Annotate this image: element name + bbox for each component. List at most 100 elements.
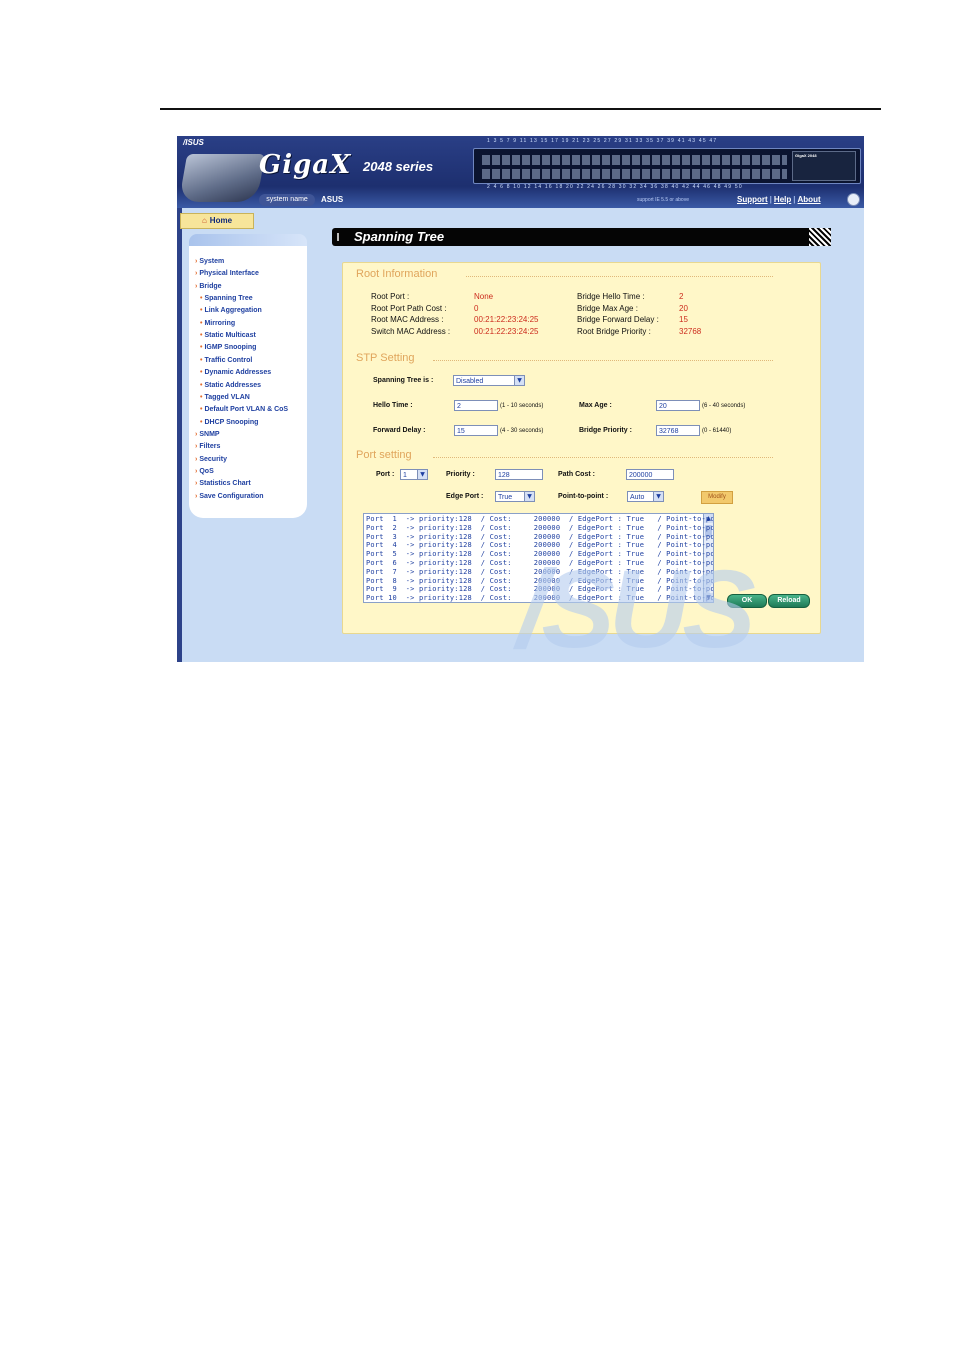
page-title-bar: Spanning Tree: [332, 228, 831, 246]
sidebar-item-label: Spanning Tree: [204, 295, 253, 303]
about-link[interactable]: About: [798, 195, 821, 204]
point-to-point-select[interactable]: Auto ▼: [627, 491, 664, 502]
sidebar-item-label: Bridge: [199, 282, 222, 290]
spanning-tree-label: Spanning Tree is :: [373, 377, 434, 384]
bridge-priority-input[interactable]: 32768: [656, 425, 700, 436]
sidebar-item[interactable]: › System: [195, 258, 224, 265]
bullet-icon: •: [200, 381, 203, 389]
edge-port-label: Edge Port :: [446, 493, 484, 500]
sidebar-item-label: Filters: [199, 443, 221, 451]
sidebar-item[interactable]: • Dynamic Addresses: [200, 369, 271, 376]
switch-mac-value: 00:21:22:23:24:25: [474, 327, 539, 336]
sidebar-item[interactable]: › QoS: [195, 468, 214, 475]
hello-time-input[interactable]: 2: [454, 400, 498, 411]
bridge-priority-label: Bridge Priority :: [579, 427, 632, 434]
support-link[interactable]: Support: [737, 195, 768, 204]
sidebar-item[interactable]: • Tagged VLAN: [200, 394, 250, 401]
bullet-icon: •: [200, 356, 203, 364]
home-tab[interactable]: ⌂ Home: [180, 213, 254, 229]
priority-input[interactable]: 128: [495, 469, 543, 480]
sidebar-item[interactable]: › Security: [195, 456, 227, 463]
nav-header: [189, 234, 307, 246]
forward-delay-hint: (4 - 30 seconds): [500, 428, 544, 434]
root-path-cost-label: Root Port Path Cost :: [371, 304, 447, 313]
section-divider: [433, 360, 773, 361]
root-bridge-priority-label: Root Bridge Priority :: [577, 327, 651, 336]
bullet-icon: •: [200, 418, 203, 426]
sidebar-item[interactable]: › SNMP: [195, 431, 220, 438]
path-cost-label: Path Cost :: [558, 471, 595, 478]
sidebar-item[interactable]: › Filters: [195, 443, 220, 450]
modify-button[interactable]: Modify: [701, 491, 733, 504]
max-age-label: Max Age :: [579, 402, 612, 409]
max-age-input[interactable]: 20: [656, 400, 700, 411]
clock-icon[interactable]: [847, 193, 860, 206]
sidebar-item-label: Security: [199, 455, 227, 463]
sidebar-item[interactable]: • Traffic Control: [200, 357, 252, 364]
port-select[interactable]: 1 ▼: [400, 469, 428, 480]
sidebar-item[interactable]: • Spanning Tree: [200, 295, 253, 302]
point-to-point-value: Auto: [630, 494, 645, 501]
reload-button[interactable]: Reload: [768, 594, 810, 608]
header: /ISUS GigaX 2048 series 1 3 5 7 9 11 13 …: [177, 136, 864, 208]
browser-support-text: support IE 5.5 or above: [637, 197, 689, 203]
root-bridge-priority-value: 32768: [679, 327, 702, 336]
uplink-ports: GigaX 2048: [792, 151, 856, 181]
bullet-icon: ›: [195, 270, 198, 278]
bullet-icon: ›: [195, 443, 198, 451]
bullet-icon: ›: [195, 455, 198, 463]
sidebar-item[interactable]: • IGMP Snooping: [200, 344, 256, 351]
chevron-down-icon: ▼: [653, 492, 663, 501]
sidebar-item[interactable]: • Static Multicast: [200, 332, 256, 339]
bullet-icon: ›: [195, 282, 198, 290]
sidebar-item[interactable]: › Physical Interface: [195, 270, 259, 277]
path-cost-input[interactable]: 200000: [626, 469, 674, 480]
spanning-tree-select[interactable]: Disabled ▼: [453, 375, 525, 386]
bridge-hello-value: 2: [679, 292, 684, 301]
sidebar-item[interactable]: • Link Aggregation: [200, 307, 262, 314]
device-label: GigaX 2048: [795, 153, 817, 158]
sidebar-item-label: Mirroring: [204, 319, 236, 327]
sidebar-item[interactable]: • Mirroring: [200, 320, 235, 327]
sidebar-item-label: Save Configuration: [199, 492, 264, 500]
sidebar-item[interactable]: › Bridge: [195, 283, 222, 290]
title-bar-marker: [337, 233, 339, 241]
sidebar-item[interactable]: › Statistics Chart: [195, 480, 251, 487]
forward-delay-label: Forward Delay :: [373, 427, 426, 434]
sidebar-item[interactable]: • DHCP Snooping: [200, 419, 258, 426]
hello-time-label: Hello Time :: [373, 402, 413, 409]
sidebar-item-label: Statistics Chart: [199, 480, 251, 488]
forward-delay-input[interactable]: 15: [454, 425, 498, 436]
sidebar-item[interactable]: • Default Port VLAN & CoS: [200, 406, 288, 413]
port-list-row[interactable]: Port 2 -> priority:128 / Cost: 200000 / …: [366, 524, 713, 532]
home-label: Home: [209, 216, 233, 225]
point-to-point-label: Point-to-point :: [558, 493, 609, 500]
sidebar-item-label: Static Addresses: [204, 381, 261, 389]
port-list-row[interactable]: Port 3 -> priority:128 / Cost: 200000 / …: [366, 533, 713, 541]
help-link[interactable]: Help: [774, 195, 791, 204]
bullet-icon: ›: [195, 480, 198, 488]
sidebar-item-label: QoS: [199, 467, 214, 475]
sidebar-item-label: System: [199, 258, 225, 265]
root-path-cost-value: 0: [474, 304, 479, 313]
sidebar-item-label: Tagged VLAN: [204, 393, 250, 401]
edge-port-select[interactable]: True ▼: [495, 491, 535, 502]
bridge-priority-hint: (0 - 61440): [702, 428, 732, 434]
sidebar-item-label: Default Port VLAN & CoS: [204, 406, 289, 414]
chevron-down-icon: ▼: [524, 492, 534, 501]
section-divider: [466, 276, 773, 277]
port-setting-heading: Port setting: [356, 449, 412, 461]
left-strip: [177, 208, 182, 662]
bullet-icon: •: [200, 307, 203, 315]
sidebar-item[interactable]: › Save Configuration: [195, 493, 264, 500]
sidebar-item-label: IGMP Snooping: [204, 344, 257, 352]
bullet-icon: ›: [195, 430, 198, 438]
port-row-top: [482, 155, 787, 165]
bullet-icon: •: [200, 295, 203, 303]
port-list-row[interactable]: Port 1 -> priority:128 / Cost: 200000 / …: [366, 515, 713, 523]
sidebar-item[interactable]: • Static Addresses: [200, 382, 261, 389]
stp-setting-heading: STP Setting: [356, 352, 415, 364]
chevron-down-icon: ▼: [417, 470, 427, 479]
port-numbers-bottom: 2 4 6 8 10 12 14 16 18 20 22 24 26 28 30…: [487, 184, 743, 190]
bullet-icon: •: [200, 344, 203, 352]
